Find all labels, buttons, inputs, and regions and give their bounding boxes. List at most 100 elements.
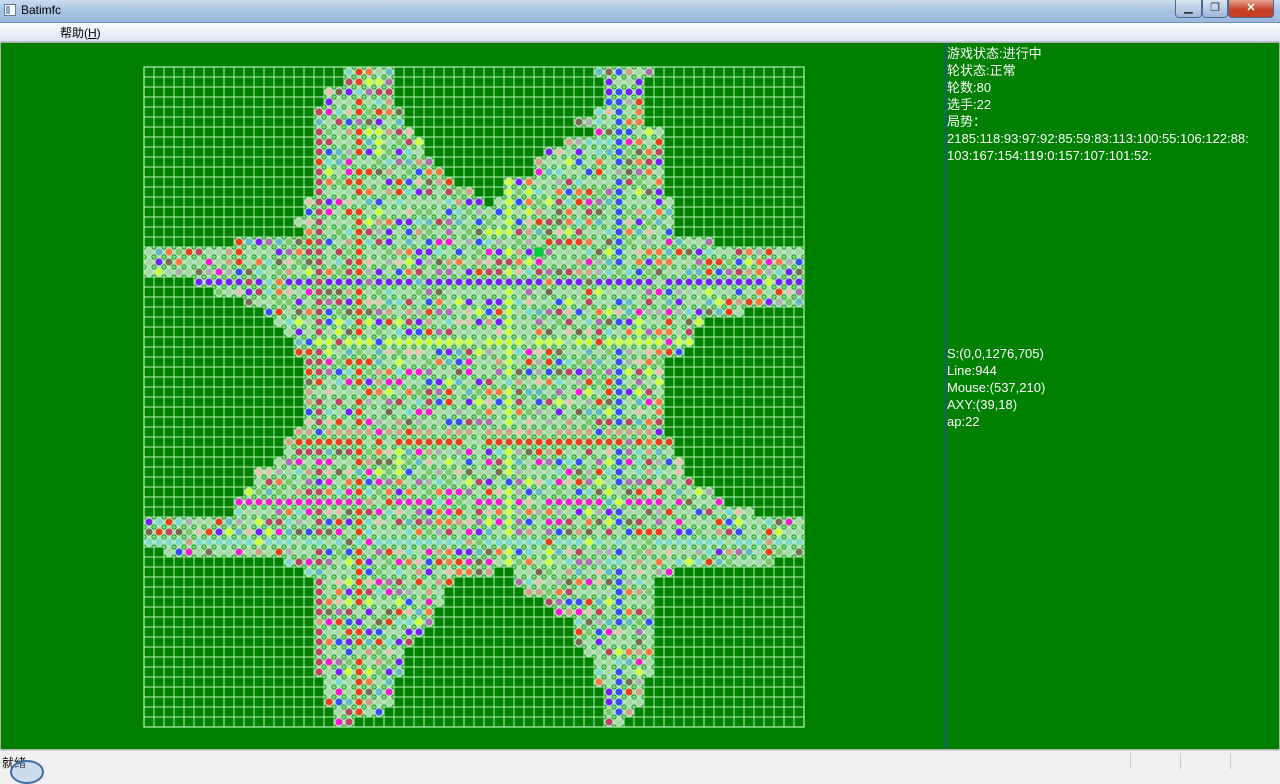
game-piece	[274, 477, 284, 487]
game-piece	[444, 257, 454, 267]
game-piece	[454, 227, 464, 237]
game-piece	[344, 207, 354, 217]
game-piece	[414, 447, 424, 457]
game-piece	[334, 97, 344, 107]
game-piece	[354, 707, 364, 717]
game-piece	[464, 357, 474, 367]
game-piece	[194, 267, 204, 277]
game-piece	[634, 277, 644, 287]
game-piece	[274, 237, 284, 247]
info-panel: 游戏状态:进行中 轮状态:正常 轮数:80 选手:22 局势： 2185:118…	[947, 45, 1279, 164]
game-piece	[604, 167, 614, 177]
game-piece	[654, 467, 664, 477]
game-piece	[654, 407, 664, 417]
game-piece	[574, 467, 584, 477]
game-piece	[434, 527, 444, 537]
game-piece	[634, 297, 644, 307]
game-piece	[314, 137, 324, 147]
game-piece	[404, 377, 414, 387]
app-icon[interactable]	[4, 4, 16, 16]
game-piece	[384, 567, 394, 577]
game-piece	[564, 487, 574, 497]
game-piece	[294, 337, 304, 347]
game-piece	[754, 257, 764, 267]
game-piece	[724, 537, 734, 547]
game-piece	[634, 127, 644, 137]
game-piece	[324, 517, 334, 527]
game-piece	[584, 117, 594, 127]
game-piece	[184, 547, 194, 557]
game-piece	[434, 467, 444, 477]
game-piece	[574, 517, 584, 527]
game-piece	[394, 657, 404, 667]
game-piece	[514, 517, 524, 527]
game-piece	[464, 287, 474, 297]
game-piece	[314, 547, 324, 557]
game-piece	[314, 477, 324, 487]
game-piece	[504, 327, 514, 337]
game-piece	[594, 237, 604, 247]
game-piece	[304, 437, 314, 447]
game-piece	[774, 277, 784, 287]
game-piece	[244, 267, 254, 277]
game-piece	[794, 257, 804, 267]
game-piece	[444, 467, 454, 477]
game-piece	[644, 207, 654, 217]
game-piece	[394, 407, 404, 417]
game-piece	[324, 257, 334, 267]
game-piece	[334, 547, 344, 557]
game-piece	[644, 137, 654, 147]
game-piece	[794, 267, 804, 277]
game-piece	[384, 657, 394, 667]
game-piece	[534, 217, 544, 227]
game-piece	[314, 247, 324, 257]
game-piece	[474, 377, 484, 387]
game-piece	[374, 147, 384, 157]
game-piece	[634, 167, 644, 177]
game-board[interactable]	[1, 43, 945, 749]
game-piece	[344, 197, 354, 207]
game-piece	[384, 677, 394, 687]
title-bar[interactable]: Batimfc ▁ ❐ ✕	[0, 0, 1280, 23]
game-piece	[344, 147, 354, 157]
game-piece	[644, 427, 654, 437]
game-piece	[434, 417, 444, 427]
close-button[interactable]: ✕	[1228, 0, 1274, 18]
minimize-button[interactable]: ▁	[1175, 0, 1202, 18]
game-piece	[544, 567, 554, 577]
game-piece	[364, 447, 374, 457]
game-piece	[634, 427, 644, 437]
game-piece	[394, 257, 404, 267]
game-piece	[644, 417, 654, 427]
game-piece	[384, 447, 394, 457]
game-piece	[454, 267, 464, 277]
game-piece	[644, 147, 654, 157]
maximize-button[interactable]: ❐	[1202, 0, 1228, 18]
game-piece	[384, 607, 394, 617]
game-piece	[544, 277, 554, 287]
game-piece	[454, 257, 464, 267]
game-piece	[224, 277, 234, 287]
game-piece	[644, 587, 654, 597]
game-piece	[314, 387, 324, 397]
game-piece	[544, 197, 554, 207]
game-piece	[574, 617, 584, 627]
game-piece	[374, 167, 384, 177]
game-piece	[634, 677, 644, 687]
game-piece	[674, 317, 684, 327]
game-piece	[344, 647, 354, 657]
game-piece	[244, 537, 254, 547]
game-piece	[494, 217, 504, 227]
game-piece	[544, 487, 554, 497]
game-piece	[214, 277, 224, 287]
game-piece	[624, 267, 634, 277]
menu-help[interactable]: 帮助(H)	[59, 24, 102, 41]
game-piece	[604, 577, 614, 587]
game-piece	[264, 267, 274, 277]
game-piece	[424, 507, 434, 517]
game-piece	[594, 567, 604, 577]
game-piece	[654, 387, 664, 397]
game-piece	[544, 417, 554, 427]
game-piece	[584, 287, 594, 297]
game-piece	[784, 267, 794, 277]
